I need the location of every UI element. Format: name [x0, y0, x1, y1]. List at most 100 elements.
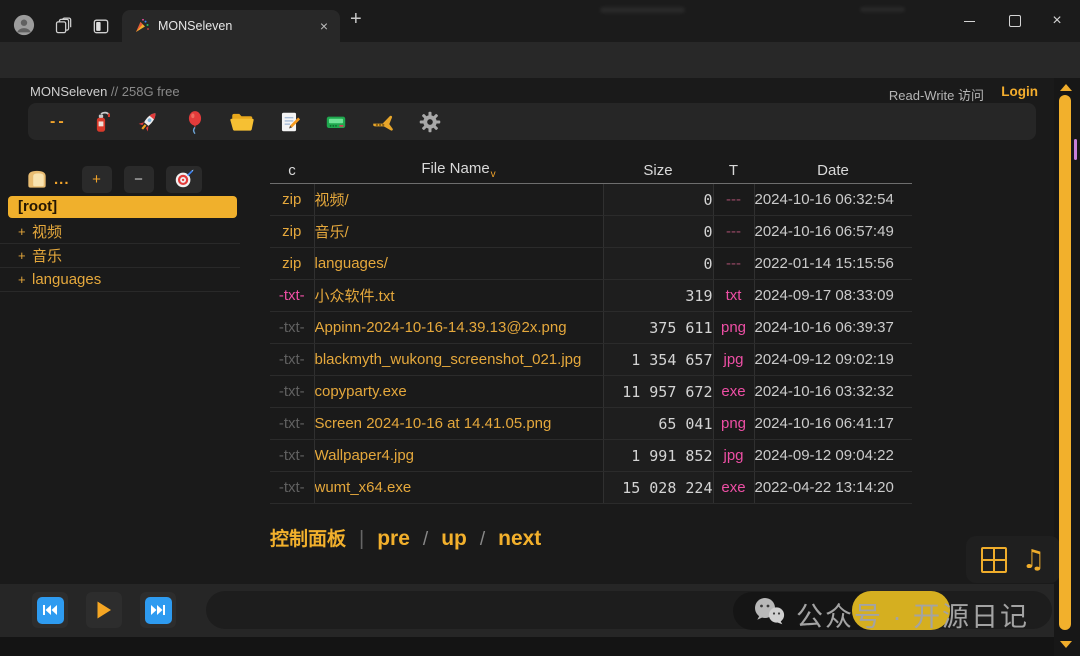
table-row: -txt-Wallpaper4.jpg1 991 852jpg2024-09-1… [270, 440, 912, 472]
file-action-link[interactable]: zip [270, 248, 314, 280]
gear-icon[interactable] [417, 109, 443, 135]
grid-view-icon[interactable] [981, 547, 1007, 573]
login-link[interactable]: Login [1001, 84, 1038, 99]
previous-track-button[interactable] [32, 592, 68, 628]
collapse-all-button[interactable]: − [124, 166, 154, 193]
column-header-date[interactable]: Date [754, 157, 912, 184]
footer-separator: | [359, 528, 364, 551]
file-size: 1 991 852 [603, 440, 713, 472]
file-name-link[interactable]: Screen 2024-10-16 at 14.41.05.png [314, 408, 603, 440]
file-date: 2024-09-17 08:33:09 [754, 280, 912, 312]
browser-window: MONSeleven × + × 127.0.0.1 [0, 0, 1080, 656]
new-tab-button[interactable]: + [350, 8, 362, 31]
folder-icon[interactable] [229, 109, 255, 135]
file-type-badge: txt [713, 280, 754, 312]
sidebar-button-row: ... + − [0, 163, 240, 195]
fire-extinguisher-icon[interactable] [88, 109, 114, 135]
file-date: 2024-09-12 09:04:22 [754, 440, 912, 472]
scrollbar-up-arrow[interactable] [1060, 84, 1072, 91]
up-link[interactable]: up [441, 527, 467, 551]
scrollbar-marker-tick [1074, 139, 1077, 160]
file-type-badge: --- [713, 216, 754, 248]
memo-icon[interactable] [276, 109, 302, 135]
file-action-link[interactable]: -txt- [270, 408, 314, 440]
file-action-link[interactable]: zip [270, 216, 314, 248]
close-button[interactable]: × [1034, 0, 1080, 42]
wechat-icon [752, 596, 786, 626]
sidebar-tree: +视频+音乐+languages [0, 220, 240, 292]
file-action-link[interactable]: -txt- [270, 440, 314, 472]
root-folder-selected[interactable]: [root] [8, 196, 237, 218]
file-name-link[interactable]: blackmyth_wukong_screenshot_021.jpg [314, 344, 603, 376]
skip-previous-icon [37, 597, 64, 624]
tab-close-button[interactable]: × [320, 18, 328, 34]
pager-icon[interactable] [323, 109, 349, 135]
sidebar-dots-button[interactable]: ... [54, 171, 70, 188]
copyparty-page: MONSeleven // 258G free Read-Write 访问 Lo… [0, 78, 1080, 656]
expand-icon[interactable]: + [18, 272, 32, 287]
file-name-link[interactable]: Appinn-2024-10-16-14.39.13@2x.png [314, 312, 603, 344]
file-type-badge: png [713, 408, 754, 440]
workspaces-button[interactable] [54, 16, 74, 36]
table-header-row: c File Namev Size T Date [270, 157, 912, 184]
file-type-badge: exe [713, 376, 754, 408]
dart-button[interactable] [166, 166, 202, 193]
column-header-filename[interactable]: File Namev [314, 157, 603, 184]
column-header-size[interactable]: Size [603, 157, 713, 184]
profile-avatar-button[interactable] [13, 14, 35, 36]
file-name-link[interactable]: 音乐/ [314, 216, 603, 248]
column-header-c[interactable]: c [270, 157, 314, 184]
scrollbar-thumb[interactable] [1059, 95, 1071, 630]
app-name[interactable]: MONSeleven [30, 84, 107, 99]
browser-tab[interactable]: MONSeleven × [122, 10, 340, 42]
expand-icon[interactable]: + [18, 248, 32, 263]
next-track-button[interactable] [140, 592, 176, 628]
expand-icon[interactable]: + [18, 224, 32, 239]
maximize-button[interactable] [992, 0, 1038, 42]
file-size: 0 [603, 248, 713, 280]
pre-link[interactable]: pre [377, 527, 410, 551]
file-action-link[interactable]: -txt- [270, 280, 314, 312]
free-space-label: // 258G free [107, 84, 179, 99]
balloon-icon[interactable] [182, 109, 208, 135]
sidebar-tree-item[interactable]: +视频 [0, 220, 240, 244]
file-type-badge: exe [713, 472, 754, 504]
file-action-link[interactable]: -txt- [270, 312, 314, 344]
file-name-link[interactable]: wumt_x64.exe [314, 472, 603, 504]
minimize-button[interactable] [946, 0, 992, 42]
file-name-link[interactable]: copyparty.exe [314, 376, 603, 408]
file-date: 2022-04-22 13:14:20 [754, 472, 912, 504]
file-name-link[interactable]: languages/ [314, 248, 603, 280]
table-row: -txt-copyparty.exe11 957 672exe2024-10-1… [270, 376, 912, 408]
scrollbar-down-arrow[interactable] [1060, 641, 1072, 648]
file-name-link[interactable]: Wallpaper4.jpg [314, 440, 603, 472]
sidebar-tree-item[interactable]: +languages [0, 268, 240, 292]
bread-icon[interactable] [24, 166, 50, 192]
music-note-icon[interactable]: ♫ [1022, 545, 1045, 575]
rocket-icon[interactable] [135, 109, 161, 135]
tab-actions-button[interactable] [91, 16, 111, 36]
next-link[interactable]: next [498, 527, 541, 551]
breadcrumb-dashes-button[interactable]: -- [50, 113, 67, 131]
trumpet-icon[interactable] [370, 109, 396, 135]
file-action-link[interactable]: -txt- [270, 376, 314, 408]
control-panel-link[interactable]: 控制面板 [270, 524, 346, 551]
play-button[interactable] [86, 592, 122, 628]
file-name-link[interactable]: 视频/ [314, 184, 603, 216]
file-action-link[interactable]: -txt- [270, 472, 314, 504]
action-toolbar: -- [28, 103, 1036, 140]
workspaces-icon [54, 16, 74, 36]
expand-all-button[interactable]: + [82, 166, 112, 193]
file-date: 2024-10-16 06:39:37 [754, 312, 912, 344]
cropped-text-artifact [860, 7, 905, 12]
column-header-type[interactable]: T [713, 157, 754, 184]
filename-header-label: File Name [421, 160, 489, 177]
file-action-link[interactable]: -txt- [270, 344, 314, 376]
file-action-link[interactable]: zip [270, 184, 314, 216]
sidebar-tree-item[interactable]: +音乐 [0, 244, 240, 268]
file-name-link[interactable]: 小众软件.txt [314, 280, 603, 312]
tree-item-label: 视频 [32, 221, 62, 242]
play-icon [96, 601, 112, 619]
party-popper-favicon [134, 18, 150, 34]
table-row: zip音乐/0---2024-10-16 06:57:49 [270, 216, 912, 248]
